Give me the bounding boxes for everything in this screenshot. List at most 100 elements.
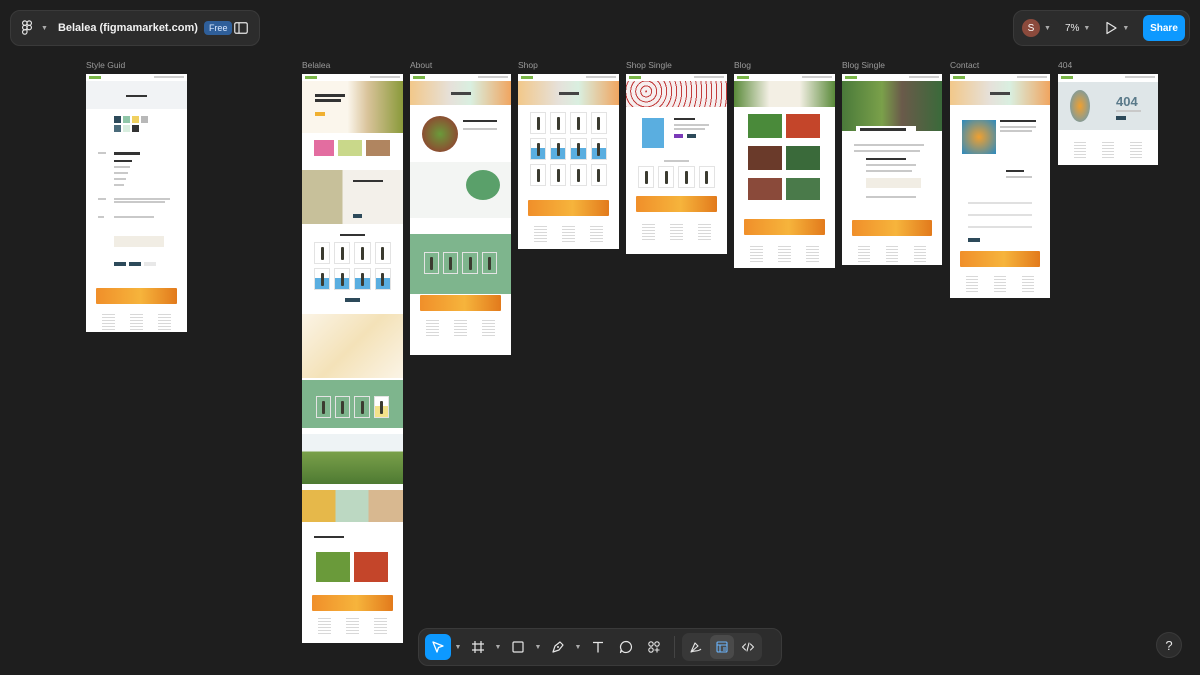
frame-label-contact[interactable]: Contact [950, 60, 979, 70]
share-button[interactable]: Share [1143, 15, 1185, 41]
product-card[interactable] [316, 396, 332, 418]
product-card[interactable] [314, 242, 331, 264]
zoom-menu[interactable]: 7% ▼ [1065, 23, 1090, 34]
product-card[interactable] [354, 242, 371, 264]
product-card[interactable] [354, 396, 370, 418]
draw-icon [690, 642, 702, 653]
zoom-level: 7% [1064, 22, 1080, 34]
product-card[interactable] [678, 166, 695, 188]
move-tool-button[interactable] [425, 634, 451, 660]
code-icon [741, 642, 755, 652]
product-card[interactable] [354, 268, 371, 290]
components-icon [648, 641, 660, 653]
product-card[interactable] [334, 242, 351, 264]
file-name[interactable]: Belalea (figmamarket.com) [58, 22, 198, 34]
product-card[interactable] [590, 112, 607, 134]
figma-logo-icon [21, 20, 33, 35]
shape-tool-button[interactable] [505, 634, 531, 660]
product-card[interactable] [462, 252, 478, 274]
frame-style-guide[interactable] [86, 74, 187, 332]
chevron-down-icon[interactable]: ▼ [453, 644, 463, 651]
chevron-down-icon: ▼ [1044, 24, 1051, 32]
product-card[interactable] [424, 252, 440, 274]
cursor-icon [432, 641, 444, 653]
frame-hero [518, 81, 619, 105]
frame-blog[interactable] [734, 74, 835, 268]
file-panel: ▼ Belalea (figmamarket.com) Free [10, 10, 260, 46]
multiplayer-avatar-button[interactable]: S ▼ [1022, 19, 1051, 37]
frame-nav [842, 74, 942, 80]
pen-icon [552, 641, 564, 653]
frame-nav [626, 74, 727, 80]
product-card[interactable] [550, 164, 567, 186]
product-card[interactable] [443, 252, 459, 274]
chevron-down-icon[interactable]: ▼ [533, 644, 543, 651]
frame-label-belalea[interactable]: Belalea [302, 60, 330, 70]
frame-label-shop-single[interactable]: Shop Single [626, 60, 672, 70]
plan-badge[interactable]: Free [203, 21, 233, 35]
header-right-panel: S ▼ 7% ▼ ▼ Share [1013, 10, 1190, 46]
product-card[interactable] [698, 166, 715, 188]
frame-label-404[interactable]: 404 [1058, 60, 1072, 70]
frame-tool-button[interactable] [465, 634, 491, 660]
product-card[interactable] [658, 166, 675, 188]
product-card[interactable] [334, 268, 351, 290]
frame-label-style-guide[interactable]: Style Guid [86, 60, 125, 70]
sidebar-toggle-button[interactable] [232, 17, 249, 39]
text-icon [593, 641, 603, 653]
frame-label-blog-single[interactable]: Blog Single [842, 60, 885, 70]
frame-about[interactable] [410, 74, 511, 355]
frame-label-about[interactable]: About [410, 60, 432, 70]
help-button[interactable]: ? [1156, 632, 1182, 658]
frame-belalea-home[interactable] [302, 74, 403, 643]
frame-hero [410, 81, 511, 105]
frame-label-shop[interactable]: Shop [518, 60, 538, 70]
chevron-down-icon: ▼ [1083, 24, 1091, 32]
product-card[interactable] [314, 268, 331, 290]
product-card[interactable] [590, 138, 607, 160]
product-card[interactable] [638, 166, 655, 188]
frame-shop[interactable] [518, 74, 619, 249]
product-card[interactable] [570, 164, 587, 186]
frame-404[interactable]: 404 [1058, 74, 1158, 165]
draw-mode-button[interactable] [684, 635, 708, 659]
chevron-down-icon: ▼ [41, 24, 48, 32]
frame-nav [1058, 74, 1158, 80]
product-card[interactable] [374, 242, 391, 264]
toolbar-divider [674, 636, 675, 658]
frame-label-blog[interactable]: Blog [734, 60, 751, 70]
pen-tool-button[interactable] [545, 634, 571, 660]
product-card[interactable] [570, 138, 587, 160]
product-card[interactable] [374, 268, 391, 290]
product-card[interactable] [530, 138, 547, 160]
frame-nav [410, 74, 511, 80]
frame-icon [472, 641, 484, 653]
avatar: S [1022, 19, 1040, 37]
product-card[interactable] [530, 164, 547, 186]
chevron-down-icon[interactable]: ▼ [493, 644, 503, 651]
product-card[interactable] [550, 138, 567, 160]
text-tool-button[interactable] [585, 634, 611, 660]
present-button[interactable]: ▼ [1104, 21, 1129, 35]
comment-tool-button[interactable] [613, 634, 639, 660]
design-mode-button[interactable] [710, 635, 734, 659]
error-code: 404 [1116, 94, 1138, 109]
bottom-toolbar: ▼ ▼ ▼ ▼ [418, 628, 782, 666]
frame-contact[interactable] [950, 74, 1050, 298]
product-card[interactable] [373, 396, 389, 418]
frame-blog-single[interactable] [842, 74, 942, 265]
frame-nav [302, 74, 403, 80]
frame-nav [86, 74, 187, 80]
frame-shop-single[interactable] [626, 74, 727, 254]
product-card[interactable] [570, 112, 587, 134]
actions-tool-button[interactable] [641, 634, 667, 660]
main-menu-button[interactable]: ▼ [21, 20, 48, 36]
product-card[interactable] [550, 112, 567, 134]
product-card[interactable] [530, 112, 547, 134]
product-card[interactable] [590, 164, 607, 186]
chevron-down-icon[interactable]: ▼ [573, 644, 583, 651]
product-card[interactable] [335, 396, 351, 418]
dev-mode-button[interactable] [736, 635, 760, 659]
sidebar-icon [233, 22, 248, 34]
product-card[interactable] [481, 252, 497, 274]
